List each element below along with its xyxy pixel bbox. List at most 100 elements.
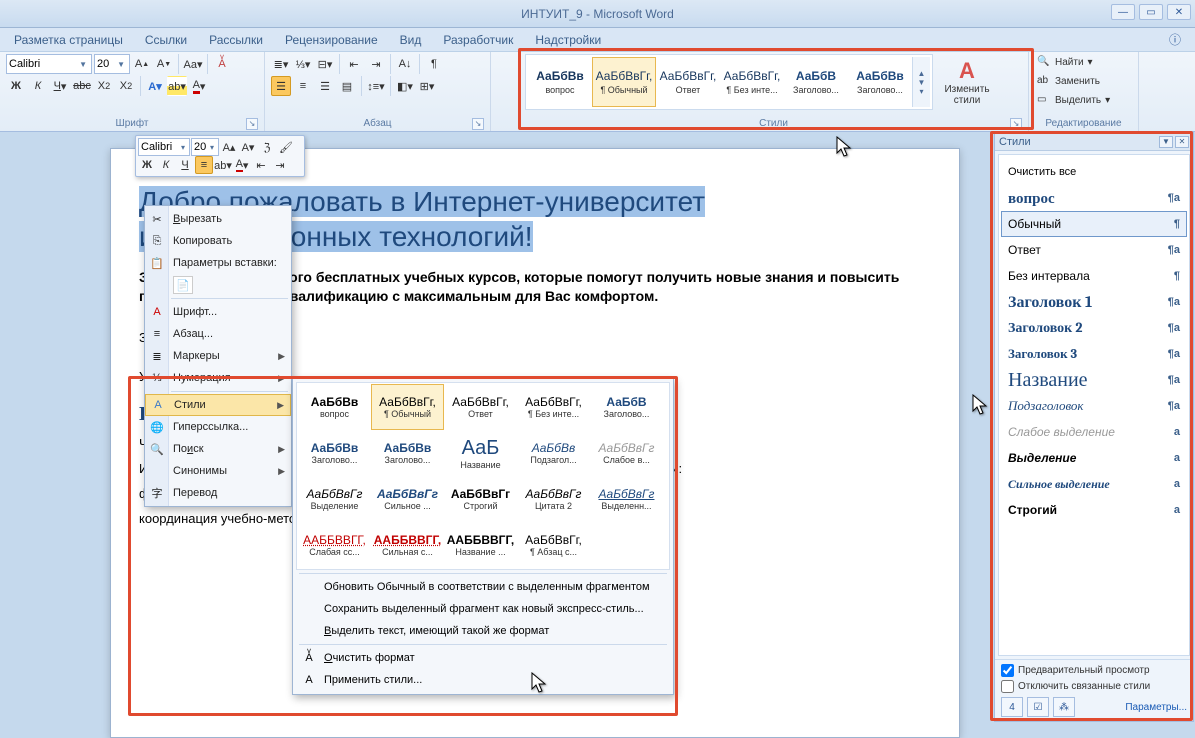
tab-mailings[interactable]: Рассылки xyxy=(209,33,263,47)
style-inspector-button[interactable]: ☑ xyxy=(1027,697,1049,717)
indent-inc-button[interactable]: ⇥ xyxy=(366,54,386,74)
ctx-search[interactable]: 🔍Поиск▶ xyxy=(145,438,291,460)
ctx-synonyms[interactable]: Синонимы▶ xyxy=(145,460,291,482)
select-button[interactable]: ▭Выделить▾ xyxy=(1035,93,1112,109)
shrink-font-button[interactable]: A▼ xyxy=(154,54,174,74)
preview-checkbox[interactable]: Предварительный просмотр xyxy=(1001,664,1187,677)
styles-update[interactable]: Обновить Обычный в соответствии с выделе… xyxy=(296,576,670,598)
pane-close-button[interactable]: ✕ xyxy=(1175,136,1189,148)
style-cell[interactable]: АаБбВвГгСильное ... xyxy=(371,476,444,522)
styles-saveas[interactable]: Сохранить выделенный фрагмент как новый … xyxy=(296,598,670,620)
mini-indent-dec[interactable]: ⇤ xyxy=(252,156,270,174)
styles-options-link[interactable]: Параметры... xyxy=(1125,702,1187,713)
strike-button[interactable]: abc xyxy=(72,76,92,96)
pane-style-item[interactable]: Сильное выделениеa xyxy=(1001,471,1187,497)
style-cell[interactable]: АаБбВвГг,¶ Без инте... xyxy=(517,384,590,430)
tab-references[interactable]: Ссылки xyxy=(145,33,187,47)
underline-button[interactable]: Ч▾ xyxy=(50,76,70,96)
style-cell[interactable]: АаБбВввопрос xyxy=(298,384,371,430)
styles-selectsame[interactable]: Выделить текст, имеющий такой же формат xyxy=(296,620,670,642)
style-item-normal[interactable]: АаБбВвГг,¶ Обычный xyxy=(592,57,656,107)
mini-bold[interactable]: Ж xyxy=(138,156,156,174)
style-cell[interactable]: АаБбВвГг,¶ Абзац с... xyxy=(517,522,590,568)
chevron-down-icon[interactable]: ▾ xyxy=(208,143,216,152)
pane-style-item[interactable]: Заголовок 1¶a xyxy=(1001,289,1187,315)
mini-grow-button[interactable]: A▴ xyxy=(220,138,238,156)
ctx-para[interactable]: ≡Абзац... xyxy=(145,323,291,345)
ctx-bullets[interactable]: ≣Маркеры▶ xyxy=(145,345,291,367)
mini-size-combo[interactable]: ▾ xyxy=(191,138,219,156)
subscript-button[interactable]: X2 xyxy=(94,76,114,96)
mini-format-painter[interactable]: 🖌 xyxy=(277,138,295,156)
style-cell[interactable]: АаБбВвГгСтрогий xyxy=(444,476,517,522)
close-button[interactable]: ✕ xyxy=(1167,4,1191,20)
pane-style-item[interactable]: Подзаголовок¶a xyxy=(1001,393,1187,419)
bullets-button[interactable]: ≣▾ xyxy=(271,54,291,74)
multilevel-button[interactable]: ⊟▾ xyxy=(315,54,335,74)
shading-button[interactable]: ◧▾ xyxy=(395,76,415,96)
pane-style-item[interactable]: Строгийa xyxy=(1001,497,1187,523)
style-item-heading1[interactable]: АаБбВЗаголово... xyxy=(784,57,848,107)
pane-style-item[interactable]: вопрос¶a xyxy=(1001,185,1187,211)
replace-button[interactable]: abЗаменить xyxy=(1035,74,1102,90)
align-right-button[interactable]: ☰ xyxy=(315,76,335,96)
tab-review[interactable]: Рецензирование xyxy=(285,33,378,47)
style-cell[interactable]: АаБбВвЗаголово... xyxy=(298,430,371,476)
para-dialog-launcher[interactable]: ↘ xyxy=(472,118,484,130)
style-item-vopros[interactable]: АаБбВввопрос xyxy=(528,57,592,107)
pane-style-item[interactable]: Выделениеa xyxy=(1001,445,1187,471)
font-color-button[interactable]: A▾ xyxy=(189,76,209,96)
clear-format-button[interactable]: Aͮ xyxy=(212,54,232,74)
align-left-button[interactable]: ☰ xyxy=(271,76,291,96)
style-item-nospacing[interactable]: АаБбВвГг,¶ Без инте... xyxy=(720,57,784,107)
numbering-button[interactable]: ⅓▾ xyxy=(293,54,313,74)
mini-fontcolor[interactable]: A▾ xyxy=(233,156,251,174)
borders-button[interactable]: ⊞▾ xyxy=(417,76,437,96)
pane-style-item[interactable]: Ответ¶a xyxy=(1001,237,1187,263)
style-cell[interactable]: АаБбВвГгВыделенн... xyxy=(590,476,663,522)
bold-button[interactable]: Ж xyxy=(6,76,26,96)
show-marks-button[interactable]: ¶ xyxy=(424,54,444,74)
mini-shrink-button[interactable]: A▾ xyxy=(239,138,257,156)
fontsize-combo[interactable]: ▼ xyxy=(94,54,130,74)
style-cell[interactable]: ААББВВГГ,Слабая сс... xyxy=(298,522,371,568)
mini-italic[interactable]: К xyxy=(157,156,175,174)
style-cell[interactable]: АаБбВвПодзагол... xyxy=(517,430,590,476)
change-styles-button[interactable]: A Изменить стили xyxy=(937,54,997,110)
style-item-otvet[interactable]: АаБбВвГг,Ответ xyxy=(656,57,720,107)
ctx-styles[interactable]: AСтили▶ xyxy=(145,394,291,416)
style-cell[interactable]: ААББВВГГ,Название ... xyxy=(444,522,517,568)
style-cell[interactable]: АаБбВвГг,¶ Обычный xyxy=(371,384,444,430)
mini-highlight[interactable]: ab▾ xyxy=(214,156,232,174)
pane-style-item[interactable]: Слабое выделениеa xyxy=(1001,419,1187,445)
mini-font-combo[interactable]: ▾ xyxy=(138,138,190,156)
pane-style-item[interactable]: Заголовок 3¶a xyxy=(1001,341,1187,367)
pane-style-item[interactable]: Заголовок 2¶a xyxy=(1001,315,1187,341)
styles-dialog-launcher[interactable]: ↘ xyxy=(1010,118,1022,130)
sort-button[interactable]: A↓ xyxy=(395,54,415,74)
tab-developer[interactable]: Разработчик xyxy=(443,33,513,47)
mini-indent-inc[interactable]: ⇥ xyxy=(271,156,289,174)
style-cell[interactable]: АаБбВвГгСлабое в... xyxy=(590,430,663,476)
minimize-button[interactable]: — xyxy=(1111,4,1135,20)
change-case-button[interactable]: Aa▾ xyxy=(183,54,203,74)
style-cell[interactable]: АаБбВвГг,Ответ xyxy=(444,384,517,430)
text-effects-button[interactable]: A▾ xyxy=(145,76,165,96)
style-item-heading2[interactable]: АаБбВвЗаголово... xyxy=(848,57,912,107)
gallery-more-button[interactable]: ▲▼▾ xyxy=(912,57,930,107)
italic-button[interactable]: К xyxy=(28,76,48,96)
tab-addins[interactable]: Надстройки xyxy=(535,33,601,47)
font-combo[interactable]: ▼ xyxy=(6,54,92,74)
pane-style-item[interactable]: Без интервала¶ xyxy=(1001,263,1187,289)
ctx-numbering[interactable]: ⅓Нумерация▶ xyxy=(145,367,291,389)
font-dialog-launcher[interactable]: ↘ xyxy=(246,118,258,130)
style-cell[interactable]: АаБбВвГгВыделение xyxy=(298,476,371,522)
pane-style-item[interactable]: Название¶a xyxy=(1001,367,1187,393)
mini-styles-button[interactable]: ℨ xyxy=(258,138,276,156)
style-cell[interactable]: АаБбВЗаголово... xyxy=(590,384,663,430)
chevron-down-icon[interactable]: ▼ xyxy=(115,60,127,69)
style-cell[interactable]: АаБНазвание xyxy=(444,430,517,476)
mini-align-left[interactable]: ≡ xyxy=(195,156,213,174)
pane-clear-all[interactable]: Очистить все xyxy=(1001,159,1187,185)
style-cell[interactable]: ААББВВГГ,Сильная с... xyxy=(371,522,444,568)
